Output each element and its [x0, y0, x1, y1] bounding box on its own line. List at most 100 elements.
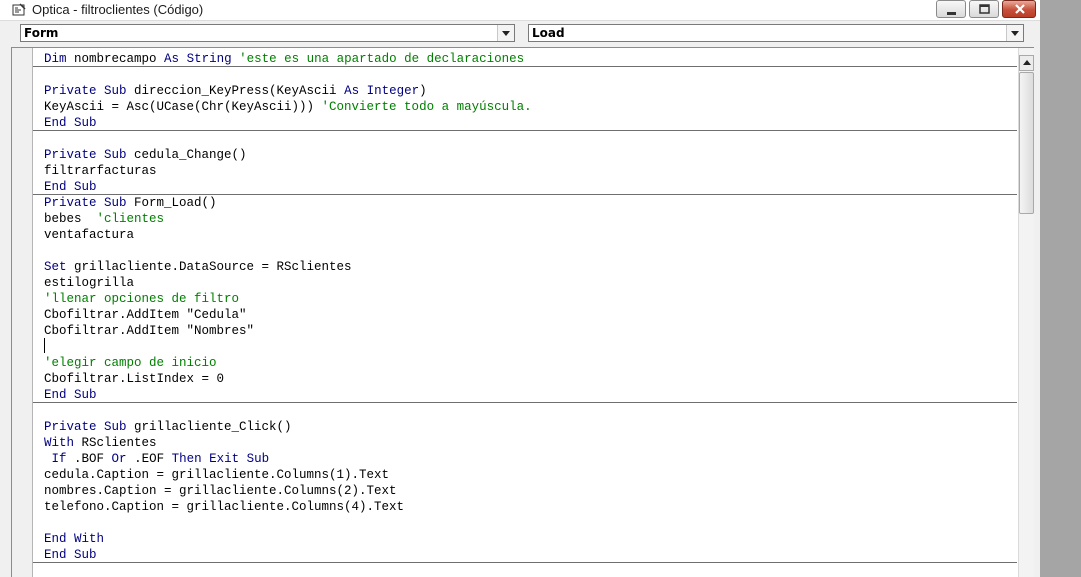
code-text: Form_Load() [126, 196, 217, 210]
code-keyword: End Sub [44, 116, 97, 130]
code-line[interactable] [44, 131, 532, 147]
code-line[interactable]: End Sub [44, 387, 532, 403]
procedure-combo[interactable]: Load [528, 24, 1024, 42]
code-text: direccion_KeyPress(KeyAscii [126, 84, 345, 98]
code-line[interactable]: Private Sub cedula_Change() [44, 147, 532, 163]
code-keyword: With [44, 436, 75, 450]
code-text: Cbofiltrar.ListIndex = 0 [44, 372, 225, 386]
code-keyword: As [164, 52, 180, 66]
code-line[interactable]: nombres.Caption = grillacliente.Columns(… [44, 483, 532, 499]
code-text: cedula.Caption = grillacliente.Columns(1… [44, 468, 390, 482]
code-text: filtrarfacturas [44, 164, 157, 178]
code-keyword: Integer [366, 84, 420, 98]
code-comment: 'elegir campo de inicio [44, 356, 217, 370]
code-text: nombrecampo [66, 52, 165, 66]
title-bar[interactable]: Optica - filtroclientes (Código) [0, 0, 1040, 21]
code-text: Cbofiltrar.AddItem "Nombres" [44, 324, 255, 338]
procedure-combo-value: Load [532, 26, 565, 40]
code-line[interactable]: Set grillacliente.DataSource = RScliente… [44, 259, 532, 275]
code-text: ) [419, 84, 427, 98]
code-keyword: Dim [44, 52, 67, 66]
code-lines[interactable]: Dim nombrecampo As String 'este es una a… [44, 51, 532, 563]
code-text: nombres.Caption = grillacliente.Columns(… [44, 484, 397, 498]
code-text: grillacliente.DataSource = RSclientes [66, 260, 352, 274]
code-line[interactable] [44, 243, 532, 259]
code-line[interactable]: filtrarfacturas [44, 163, 532, 179]
minimize-button[interactable] [936, 0, 966, 18]
code-text: cedula_Change() [126, 148, 247, 162]
code-line[interactable]: 'elegir campo de inicio [44, 355, 532, 371]
code-line[interactable]: Private Sub Form_Load() [44, 195, 532, 211]
code-keyword: Private Sub [44, 196, 127, 210]
code-line[interactable]: If .BOF Or .EOF Then Exit Sub [44, 451, 532, 467]
code-line[interactable]: 'llenar opciones de filtro [44, 291, 532, 307]
code-line[interactable]: KeyAscii = Asc(UCase(Chr(KeyAscii))) 'Co… [44, 99, 532, 115]
code-comment: 'clientes [96, 212, 165, 226]
code-text: Cbofiltrar.AddItem "Cedula" [44, 308, 247, 322]
code-keyword: Private Sub [44, 84, 127, 98]
minimize-icon [947, 12, 956, 15]
code-line[interactable]: With RSclientes [44, 435, 532, 451]
code-text: telefono.Caption = grillacliente.Columns… [44, 500, 405, 514]
scroll-up-arrow-icon [1023, 60, 1031, 65]
code-window: Optica - filtroclientes (Código) Form Lo… [0, 0, 1040, 577]
code-keyword: Then Exit Sub [171, 452, 270, 466]
code-keyword: As [344, 84, 360, 98]
procedure-combo-dropdown-button[interactable] [1006, 25, 1023, 41]
code-keyword: End With [44, 532, 105, 546]
code-keyword: If [51, 452, 67, 466]
chevron-down-icon [1011, 31, 1019, 36]
code-line[interactable]: cedula.Caption = grillacliente.Columns(1… [44, 467, 532, 483]
code-line[interactable]: End Sub [44, 547, 532, 563]
indicator-margin[interactable] [12, 48, 33, 577]
code-keyword: End Sub [44, 180, 97, 194]
maximize-icon [979, 4, 990, 14]
object-combo-dropdown-button[interactable] [497, 25, 514, 41]
code-line[interactable]: ventafactura [44, 227, 532, 243]
code-text: estilogrilla [44, 276, 135, 290]
code-comment: 'llenar opciones de filtro [44, 292, 240, 306]
code-line[interactable] [44, 67, 532, 83]
close-icon [1015, 4, 1025, 14]
code-line[interactable]: Cbofiltrar.AddItem "Cedula" [44, 307, 532, 323]
object-combo-value: Form [24, 26, 59, 40]
code-comment: 'este es una apartado de declaraciones [239, 52, 525, 66]
code-line[interactable] [44, 515, 532, 531]
chevron-down-icon [502, 31, 510, 36]
code-line[interactable]: Cbofiltrar.ListIndex = 0 [44, 371, 532, 387]
code-line[interactable]: telefono.Caption = grillacliente.Columns… [44, 499, 532, 515]
code-line[interactable]: Private Sub direccion_KeyPress(KeyAscii … [44, 83, 532, 99]
code-text: grillacliente_Click() [126, 420, 292, 434]
text-caret [44, 338, 45, 353]
code-keyword: Or [111, 452, 127, 466]
code-text: .EOF [126, 452, 172, 466]
vb-code-window-icon [12, 3, 26, 16]
code-line[interactable]: End With [44, 531, 532, 547]
code-text: RSclientes [74, 436, 157, 450]
code-comment: 'Convierte todo a mayúscula. [321, 100, 532, 114]
maximize-button[interactable] [969, 0, 999, 18]
close-button[interactable] [1002, 0, 1036, 18]
code-line[interactable]: Cbofiltrar.AddItem "Nombres" [44, 323, 532, 339]
code-keyword: String [186, 52, 232, 66]
code-line[interactable]: bebes 'clientes [44, 211, 532, 227]
code-text: bebes [44, 212, 97, 226]
code-keyword: Private Sub [44, 148, 127, 162]
code-line[interactable]: estilogrilla [44, 275, 532, 291]
code-line[interactable]: Private Sub grillacliente_Click() [44, 419, 532, 435]
code-line[interactable] [44, 339, 532, 355]
code-keyword: End Sub [44, 548, 97, 562]
code-line[interactable]: Dim nombrecampo As String 'este es una a… [44, 51, 532, 67]
vertical-scrollbar[interactable] [1018, 48, 1034, 577]
window-title: Optica - filtroclientes (Código) [32, 2, 204, 17]
code-line[interactable]: End Sub [44, 115, 532, 131]
scroll-up-button[interactable] [1019, 55, 1034, 71]
code-text: KeyAscii = Asc(UCase(Chr(KeyAscii))) [44, 100, 322, 114]
code-line[interactable]: End Sub [44, 179, 532, 195]
code-line[interactable] [44, 403, 532, 419]
scroll-thumb[interactable] [1019, 72, 1034, 214]
object-combo[interactable]: Form [20, 24, 515, 42]
